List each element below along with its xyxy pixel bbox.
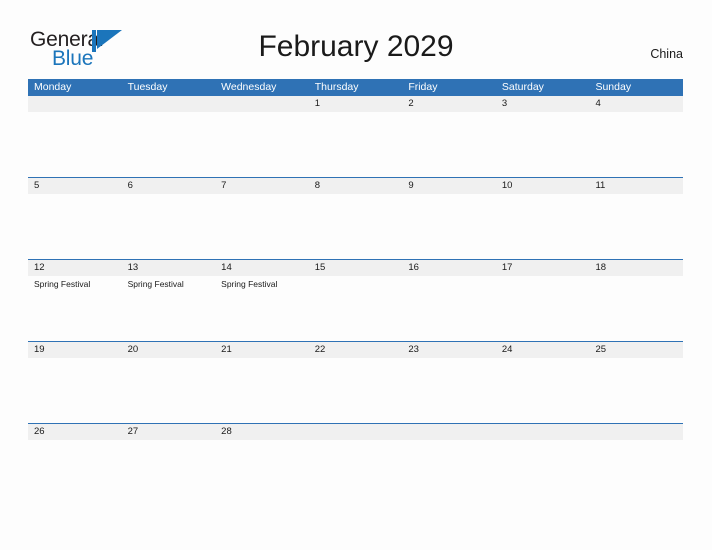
- day-number[interactable]: 19: [28, 342, 122, 358]
- day-number[interactable]: 16: [402, 260, 496, 276]
- event-band: [28, 112, 683, 177]
- day-number[interactable]: 24: [496, 342, 590, 358]
- day-event[interactable]: [28, 112, 122, 177]
- day-number[interactable]: 23: [402, 342, 496, 358]
- day-event[interactable]: [309, 112, 403, 177]
- day-event[interactable]: [589, 112, 683, 177]
- day-number[interactable]: [215, 96, 309, 112]
- day-event[interactable]: [496, 112, 590, 177]
- day-event[interactable]: [589, 276, 683, 341]
- day-number[interactable]: 27: [122, 424, 216, 440]
- day-event[interactable]: [215, 112, 309, 177]
- day-event[interactable]: [28, 440, 122, 462]
- event-band: [28, 440, 683, 462]
- date-number-band: 5 6 7 8 9 10 11: [28, 178, 683, 194]
- calendar-week-row: 19 20 21 22 23 24 25: [28, 341, 683, 423]
- day-number[interactable]: 8: [309, 178, 403, 194]
- day-number[interactable]: 17: [496, 260, 590, 276]
- day-number[interactable]: [122, 96, 216, 112]
- day-header-thursday: Thursday: [314, 81, 359, 93]
- event-band: [28, 358, 683, 423]
- day-header-tuesday: Tuesday: [127, 81, 168, 93]
- day-event[interactable]: [496, 194, 590, 259]
- day-event[interactable]: [309, 276, 403, 341]
- day-number[interactable]: 12: [28, 260, 122, 276]
- date-number-band: 26 27 28: [28, 424, 683, 440]
- day-event[interactable]: Spring Festival: [122, 276, 216, 341]
- day-event[interactable]: [496, 358, 590, 423]
- event-band: [28, 194, 683, 259]
- event-band: Spring Festival Spring Festival Spring F…: [28, 276, 683, 341]
- day-number[interactable]: 22: [309, 342, 403, 358]
- day-header-wednesday: Wednesday: [221, 81, 277, 93]
- date-number-band: 1 2 3 4: [28, 96, 683, 112]
- page-title: February 2029: [258, 30, 454, 63]
- day-event[interactable]: Spring Festival: [215, 276, 309, 341]
- day-header-monday: Monday: [34, 81, 72, 93]
- day-event[interactable]: Spring Festival: [28, 276, 122, 341]
- day-event[interactable]: [589, 440, 683, 462]
- day-number[interactable]: 26: [28, 424, 122, 440]
- day-number[interactable]: 20: [122, 342, 216, 358]
- day-number[interactable]: 6: [122, 178, 216, 194]
- calendar-week-row: 12 13 14 15 16 17 18 Spring Festival Spr…: [28, 259, 683, 341]
- day-number[interactable]: 2: [402, 96, 496, 112]
- day-event[interactable]: [309, 194, 403, 259]
- country-label: China: [650, 47, 683, 61]
- day-event[interactable]: [402, 440, 496, 462]
- day-number[interactable]: [309, 424, 403, 440]
- day-number[interactable]: 18: [589, 260, 683, 276]
- day-event[interactable]: [122, 440, 216, 462]
- day-number[interactable]: [496, 424, 590, 440]
- day-number[interactable]: 4: [589, 96, 683, 112]
- day-number[interactable]: 14: [215, 260, 309, 276]
- day-header-friday: Friday: [408, 81, 438, 93]
- day-event[interactable]: [589, 358, 683, 423]
- day-number[interactable]: 28: [215, 424, 309, 440]
- day-event[interactable]: [402, 358, 496, 423]
- day-number[interactable]: 9: [402, 178, 496, 194]
- date-number-band: 19 20 21 22 23 24 25: [28, 342, 683, 358]
- calendar-week-row: 26 27 28: [28, 423, 683, 462]
- day-number[interactable]: [589, 424, 683, 440]
- page-header: General Blue February 2029 China: [0, 0, 712, 76]
- day-event[interactable]: [215, 440, 309, 462]
- calendar-page: General Blue February 2029 China Monday …: [0, 0, 712, 550]
- calendar-week-row: 5 6 7 8 9 10 11: [28, 177, 683, 259]
- day-number[interactable]: 10: [496, 178, 590, 194]
- day-event[interactable]: [122, 358, 216, 423]
- day-number[interactable]: [28, 96, 122, 112]
- day-number[interactable]: 11: [589, 178, 683, 194]
- day-event[interactable]: [402, 112, 496, 177]
- day-event[interactable]: [28, 194, 122, 259]
- day-event[interactable]: [28, 358, 122, 423]
- day-event[interactable]: [122, 112, 216, 177]
- day-event[interactable]: [589, 194, 683, 259]
- day-event[interactable]: [496, 276, 590, 341]
- day-number[interactable]: 3: [496, 96, 590, 112]
- day-number[interactable]: 25: [589, 342, 683, 358]
- day-number[interactable]: 13: [122, 260, 216, 276]
- day-of-week-header: Monday Tuesday Wednesday Thursday Friday…: [28, 79, 683, 96]
- calendar-grid: Monday Tuesday Wednesday Thursday Friday…: [28, 79, 683, 462]
- day-number[interactable]: 21: [215, 342, 309, 358]
- calendar-week-row: 1 2 3 4: [28, 96, 683, 177]
- day-number[interactable]: [402, 424, 496, 440]
- day-number[interactable]: 1: [309, 96, 403, 112]
- day-number[interactable]: 5: [28, 178, 122, 194]
- day-event[interactable]: [402, 276, 496, 341]
- day-event[interactable]: [496, 440, 590, 462]
- day-event[interactable]: [309, 440, 403, 462]
- day-number[interactable]: 7: [215, 178, 309, 194]
- day-event[interactable]: [402, 194, 496, 259]
- day-event[interactable]: [215, 194, 309, 259]
- day-header-saturday: Saturday: [501, 81, 544, 93]
- day-event[interactable]: [215, 358, 309, 423]
- date-number-band: 12 13 14 15 16 17 18: [28, 260, 683, 276]
- day-event[interactable]: [309, 358, 403, 423]
- day-header-sunday: Sunday: [595, 81, 632, 93]
- day-number[interactable]: 15: [309, 260, 403, 276]
- day-event[interactable]: [122, 194, 216, 259]
